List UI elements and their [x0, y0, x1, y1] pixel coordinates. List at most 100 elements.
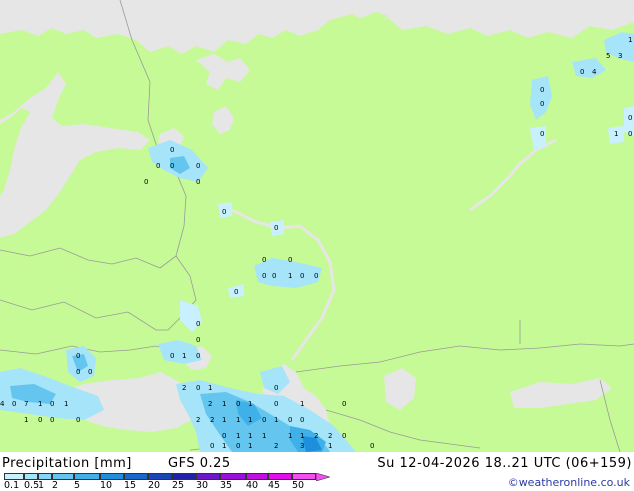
svg-text:1: 1 [222, 416, 226, 424]
svg-text:0: 0 [342, 432, 346, 440]
scale-tick-label: 20 [148, 480, 161, 491]
svg-text:0: 0 [274, 400, 278, 408]
svg-text:0: 0 [580, 68, 584, 76]
svg-text:1: 1 [274, 416, 278, 424]
svg-text:1: 1 [628, 36, 632, 44]
scale-swatch [74, 473, 100, 480]
svg-text:0: 0 [38, 416, 42, 424]
svg-text:1: 1 [288, 432, 292, 440]
svg-text:2: 2 [182, 384, 186, 392]
svg-text:2: 2 [274, 442, 278, 450]
map-title: Precipitation [mm] [2, 456, 132, 471]
svg-text:1: 1 [248, 400, 252, 408]
svg-text:0: 0 [76, 368, 80, 376]
scale-tick-label: 10 [100, 480, 113, 491]
svg-text:0: 0 [236, 442, 240, 450]
valid-datetime: Su 12-04-2026 18..21 UTC (06+159) [377, 456, 632, 471]
svg-text:1: 1 [262, 432, 266, 440]
svg-text:2: 2 [314, 432, 318, 440]
scale-swatch [220, 473, 246, 480]
svg-text:1: 1 [614, 130, 618, 138]
scale-tick-label: 0.5 [24, 480, 40, 491]
scale-tick-label: 45 [268, 480, 281, 491]
svg-text:1: 1 [328, 442, 332, 450]
scale-swatch [124, 473, 148, 480]
svg-text:1: 1 [248, 442, 252, 450]
scale-tick-label: 50 [292, 480, 305, 491]
svg-text:0: 0 [170, 146, 174, 154]
model-name: GFS 0.25 [168, 456, 231, 471]
scale-swatch [172, 473, 196, 480]
map-canvas: 0 0 0 0 0 0 0 0 0 0 0 0 1 0 0 0 0 0 0 1 … [0, 0, 634, 452]
svg-text:5: 5 [606, 52, 610, 60]
scale-tick-label: 1 [38, 480, 45, 491]
scale-swatch [38, 473, 52, 480]
svg-text:1: 1 [236, 432, 240, 440]
scale-tick-label: 5 [74, 480, 81, 491]
svg-text:0: 0 [262, 272, 266, 280]
svg-text:0: 0 [342, 400, 346, 408]
precipitation-map[interactable]: 0 0 0 0 0 0 0 0 0 0 0 0 1 0 0 0 0 0 0 1 … [0, 0, 634, 452]
svg-text:0: 0 [210, 442, 214, 450]
svg-text:0: 0 [196, 384, 200, 392]
svg-text:3: 3 [300, 442, 304, 450]
credit-link[interactable]: ©weatheronline.co.uk [508, 476, 630, 489]
svg-text:1: 1 [222, 400, 226, 408]
svg-text:4: 4 [0, 400, 5, 408]
color-scale-ticks: 0.1 0.5 1 2 5 10 15 20 25 30 35 40 45 50 [0, 480, 340, 491]
svg-text:0: 0 [196, 352, 200, 360]
svg-text:0: 0 [300, 272, 304, 280]
scale-swatch [196, 473, 220, 480]
svg-text:0: 0 [272, 272, 276, 280]
svg-text:1: 1 [208, 384, 212, 392]
svg-text:0: 0 [144, 178, 148, 186]
svg-text:1: 1 [24, 416, 28, 424]
scale-swatch [268, 473, 292, 480]
svg-text:0: 0 [314, 272, 318, 280]
footer-title-row: Precipitation [mm] GFS 0.25 Su 12-04-202… [0, 456, 634, 472]
svg-text:0: 0 [300, 416, 304, 424]
svg-text:0: 0 [262, 416, 266, 424]
svg-text:4: 4 [592, 68, 597, 76]
scale-tick-label: 35 [220, 480, 233, 491]
svg-text:0: 0 [236, 400, 240, 408]
svg-text:1: 1 [222, 442, 226, 450]
svg-text:0: 0 [76, 416, 80, 424]
svg-text:0: 0 [234, 288, 238, 296]
scale-tick-label: 25 [172, 480, 185, 491]
svg-text:0: 0 [288, 256, 292, 264]
scale-swatch [52, 473, 74, 480]
svg-text:1: 1 [64, 400, 68, 408]
svg-text:0: 0 [196, 162, 200, 170]
svg-text:2: 2 [196, 416, 200, 424]
svg-text:0: 0 [628, 130, 632, 138]
svg-text:2: 2 [210, 416, 214, 424]
scale-arrow-icon [316, 473, 330, 481]
scale-tick-label: 30 [196, 480, 209, 491]
svg-text:0: 0 [540, 100, 544, 108]
svg-text:0: 0 [274, 224, 278, 232]
svg-text:7: 7 [24, 400, 28, 408]
svg-text:0: 0 [540, 130, 544, 138]
svg-text:0: 0 [540, 86, 544, 94]
svg-text:0: 0 [222, 208, 226, 216]
svg-text:2: 2 [208, 400, 212, 408]
svg-text:1: 1 [182, 352, 186, 360]
svg-text:1: 1 [300, 432, 304, 440]
svg-text:2: 2 [328, 432, 332, 440]
map-footer: Precipitation [mm] GFS 0.25 Su 12-04-202… [0, 452, 634, 491]
svg-text:0: 0 [628, 114, 632, 122]
svg-text:0: 0 [170, 352, 174, 360]
svg-text:0: 0 [370, 442, 374, 450]
svg-text:0: 0 [88, 368, 92, 376]
scale-swatch [24, 473, 38, 480]
scale-tick-label: 0.1 [4, 480, 20, 491]
scale-tick-label: 15 [124, 480, 137, 491]
scale-swatch [4, 473, 24, 480]
scale-swatch [100, 473, 124, 480]
svg-text:0: 0 [170, 162, 174, 170]
svg-text:1: 1 [236, 416, 240, 424]
scale-tick-label: 40 [246, 480, 259, 491]
svg-text:0: 0 [196, 336, 200, 344]
svg-text:1: 1 [248, 416, 252, 424]
